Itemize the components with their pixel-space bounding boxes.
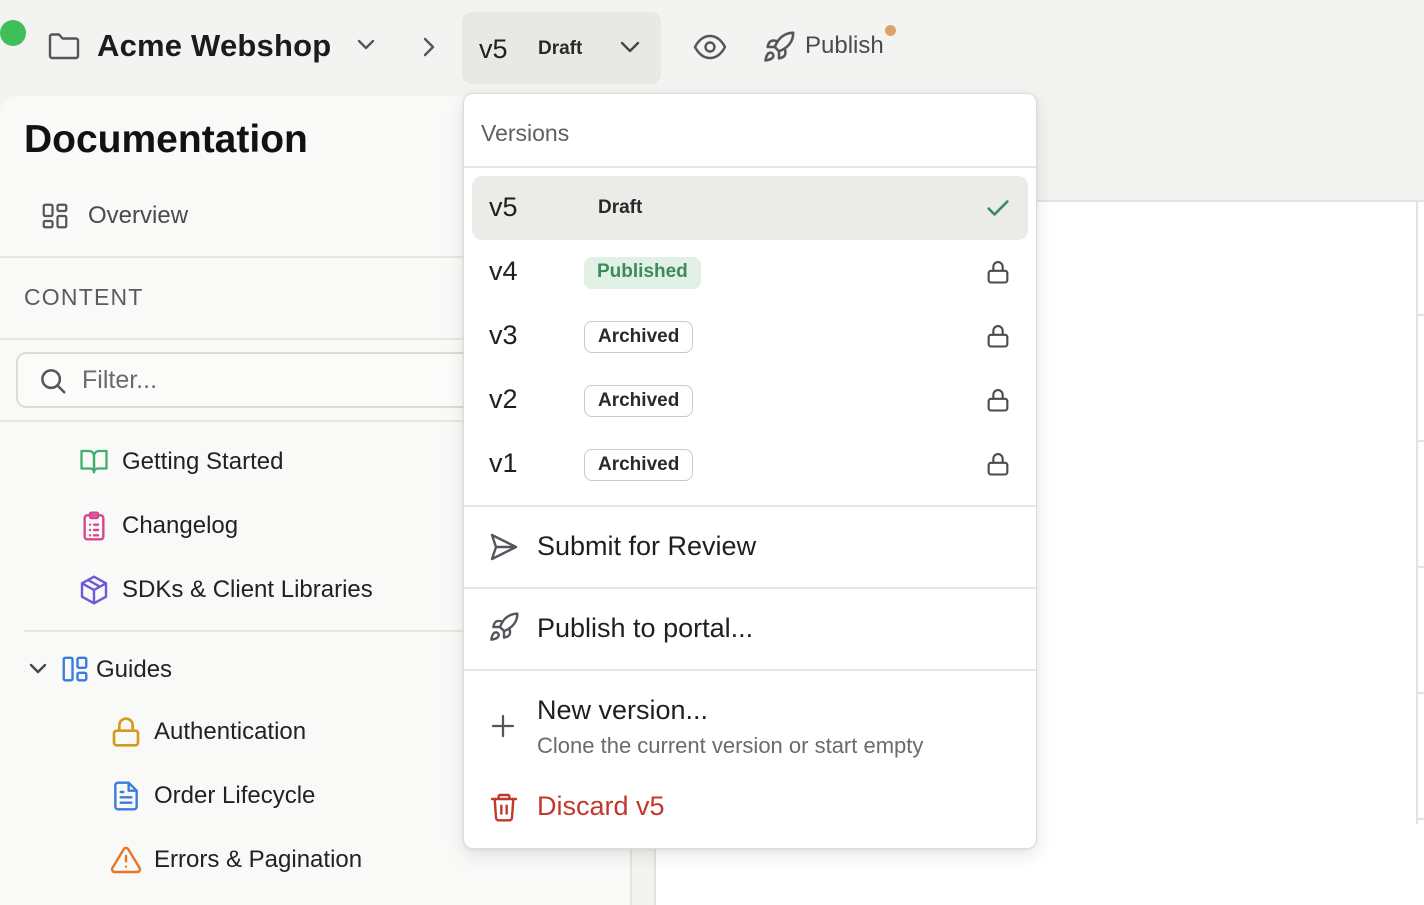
sidebar-item-label: Changelog — [122, 512, 239, 539]
layout-icon — [60, 654, 90, 689]
sidebar-title: Documentation — [24, 118, 308, 161]
unpublished-changes-dot — [885, 25, 896, 36]
version-status: Draft — [538, 38, 583, 59]
status-badge: Published — [584, 257, 701, 289]
version-label: v5 — [479, 34, 508, 64]
publish-label: Publish — [805, 32, 884, 59]
chevron-right-icon — [421, 36, 437, 63]
lock-icon — [984, 258, 1012, 291]
sidebar-item-label: Getting Started — [122, 448, 284, 475]
version-row-v3[interactable]: v3 Archived — [472, 304, 1028, 368]
chevron-down-icon — [619, 39, 641, 60]
package-icon — [78, 574, 110, 611]
menu-item-description: Clone the current version or start empty — [537, 733, 924, 758]
row-divider — [1418, 566, 1424, 568]
send-icon — [488, 531, 520, 568]
version-row-v2[interactable]: v2 Archived — [472, 368, 1028, 432]
version-selector-button[interactable]: v5 Draft — [462, 12, 661, 84]
status-badge: Archived — [584, 449, 694, 481]
filter-field[interactable] — [16, 352, 486, 408]
version-row-v5[interactable]: v5 Draft — [472, 176, 1028, 240]
clipboard-list-icon — [78, 510, 110, 547]
plus-icon — [488, 711, 518, 746]
new-version-button[interactable]: New version... Clone the current version… — [464, 671, 1036, 767]
chevron-down-icon[interactable] — [356, 38, 376, 57]
sidebar-item-label: Order Lifecycle — [154, 782, 316, 809]
file-text-icon — [110, 780, 142, 817]
version-row-label: v1 — [489, 448, 518, 478]
sidebar-item-label: Overview — [88, 202, 189, 229]
eye-icon[interactable] — [693, 34, 727, 65]
row-divider — [1418, 440, 1424, 442]
sidebar-group-label: Guides — [96, 656, 173, 683]
row-divider — [1418, 818, 1424, 820]
submit-for-review-button[interactable]: Submit for Review — [464, 507, 1036, 587]
sidebar-item-label: Authentication — [154, 718, 307, 745]
lock-icon — [110, 716, 142, 753]
alert-triangle-icon — [110, 844, 142, 881]
version-row-v4[interactable]: v4 Published — [472, 240, 1028, 304]
filter-input[interactable] — [82, 363, 462, 397]
status-badge: Archived — [584, 321, 694, 353]
version-row-label: v4 — [489, 256, 518, 286]
grid-icon — [40, 201, 70, 236]
lock-icon — [984, 450, 1012, 483]
folder-icon — [48, 32, 80, 65]
row-divider — [1418, 314, 1424, 316]
version-row-label: v2 — [489, 384, 518, 414]
menu-item-label: Publish to portal... — [537, 613, 754, 643]
status-badge: Draft — [598, 197, 643, 218]
search-icon — [38, 366, 68, 401]
menu-item-label: New version... — [537, 695, 709, 725]
discard-version-button[interactable]: Discard v5 — [464, 777, 1036, 841]
row-divider — [1418, 692, 1424, 694]
publish-to-portal-button[interactable]: Publish to portal... — [464, 589, 1036, 669]
window-status-dot — [0, 20, 26, 46]
version-row-label: v5 — [489, 192, 518, 222]
menu-item-label: Discard v5 — [537, 791, 665, 821]
version-row-v1[interactable]: v1 Archived — [472, 432, 1028, 496]
check-icon — [984, 194, 1012, 227]
lock-icon — [984, 386, 1012, 419]
divider — [464, 166, 1036, 168]
rocket-icon — [762, 30, 796, 69]
status-badge: Archived — [584, 385, 694, 417]
version-row-label: v3 — [489, 320, 518, 350]
section-label-content: CONTENT — [24, 284, 144, 310]
sidebar-item-label: Errors & Pagination — [154, 846, 363, 873]
sidebar-item-label: SDKs & Client Libraries — [122, 576, 373, 603]
lock-icon — [984, 322, 1012, 355]
book-open-icon — [78, 446, 110, 481]
top-bar: Acme Webshop v5 Draft Publish — [0, 0, 1424, 96]
content-column-edge — [1416, 200, 1424, 824]
dropdown-header: Versions — [481, 120, 570, 146]
project-name[interactable]: Acme Webshop — [97, 28, 331, 64]
rocket-icon — [488, 611, 520, 648]
trash-icon — [488, 791, 520, 828]
versions-dropdown: Versions v5 Draft v4 Published v3 Archiv… — [463, 93, 1037, 849]
menu-item-label: Submit for Review — [537, 531, 757, 561]
chevron-down-icon[interactable] — [28, 662, 48, 681]
